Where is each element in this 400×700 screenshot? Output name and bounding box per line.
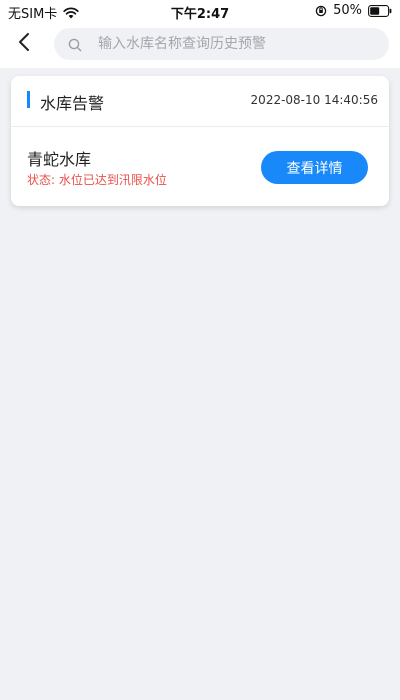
battery-icon: [368, 4, 392, 17]
rotation-lock-icon: [315, 5, 327, 17]
alert-list: 水库告警 2022-08-10 14:40:56 青蛇水库 状态: 水位已达到汛…: [0, 68, 400, 700]
battery-percent: 50%: [333, 3, 362, 18]
alert-timestamp: 2022-08-10 14:40:56: [250, 93, 378, 107]
header: [0, 22, 400, 68]
alert-card[interactable]: 水库告警 2022-08-10 14:40:56 青蛇水库 状态: 水位已达到汛…: [11, 76, 389, 206]
search-input[interactable]: [96, 29, 376, 59]
back-button[interactable]: [10, 28, 38, 60]
view-details-button[interactable]: 查看详情: [261, 151, 368, 184]
search-icon: [68, 37, 82, 52]
status-bar: 无SIM卡 下午2:47 50%: [0, 0, 400, 22]
status-right: 50%: [315, 3, 392, 18]
chevron-left-icon: [18, 32, 30, 56]
reservoir-name: 青蛇水库: [27, 150, 92, 169]
reservoir-status: 状态: 水位已达到汛限水位: [27, 173, 167, 187]
search-box[interactable]: [54, 28, 389, 60]
card-title: 水库告警: [40, 94, 105, 113]
card-header: 水库告警 2022-08-10 14:40:56: [11, 76, 389, 127]
accent-bar: [27, 91, 30, 108]
